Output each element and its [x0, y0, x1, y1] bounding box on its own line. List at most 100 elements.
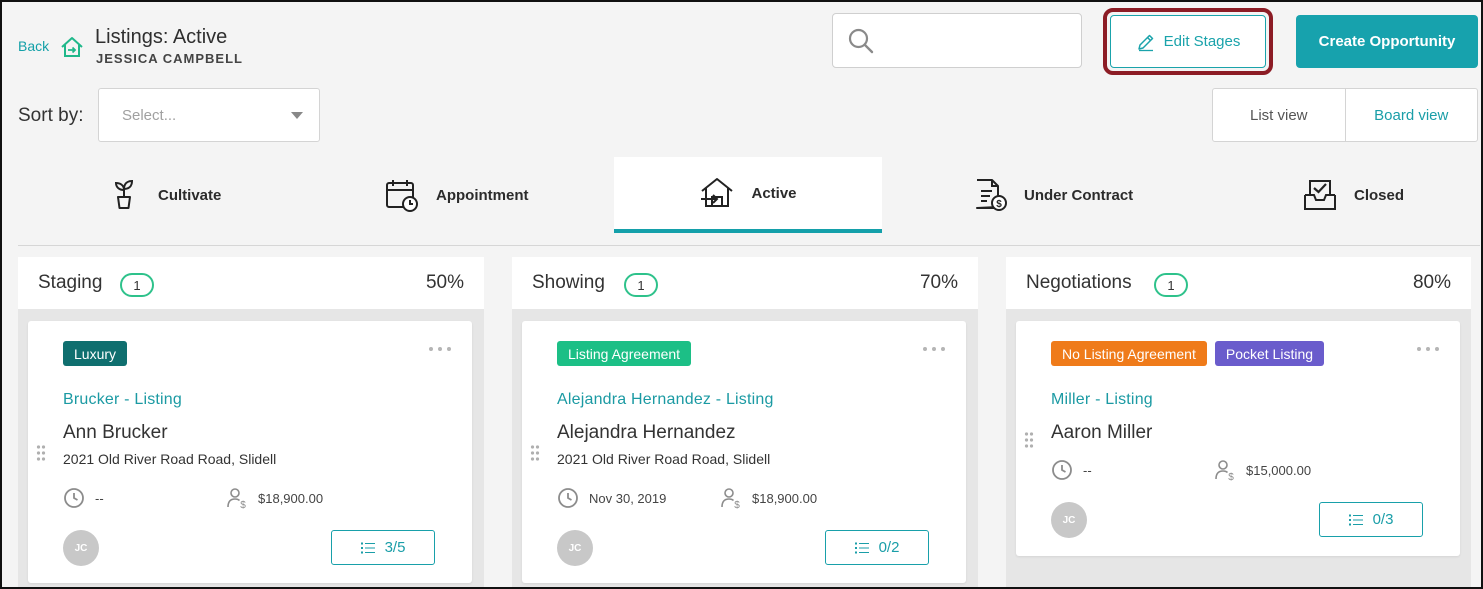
opportunity-card[interactable]: Listing Agreement Alejandra Hernandez - … [522, 321, 966, 583]
tab-label: Cultivate [158, 186, 222, 204]
deal-amount-value: $18,900.00 [258, 490, 324, 506]
close-date-value: -- [95, 490, 104, 506]
deal-amount-value: $15,000.00 [1246, 462, 1312, 478]
clock-icon [64, 488, 84, 508]
tasks-button[interactable]: 3/5 [331, 530, 435, 565]
avatar[interactable]: JC [63, 530, 99, 566]
avatar[interactable]: JC [1051, 502, 1087, 538]
drag-handle-icon[interactable] [530, 444, 540, 462]
column-percent: 50% [425, 272, 464, 293]
page-title: Listings: Active [95, 26, 228, 48]
stage-column-showing: Showing 1 70% Listing Agreement Alejandr… [512, 257, 978, 587]
document-dollar-icon: $ [976, 179, 1007, 211]
tag-listing-agreement: Listing Agreement [557, 341, 692, 366]
board-view-button[interactable]: Board view [1346, 89, 1478, 141]
stage-column-staging: Staging 1 50% Luxury Brucker - Listing A… [18, 257, 484, 587]
deal-amount: $ $18,900.00 [720, 487, 817, 509]
home-arrow-icon[interactable] [60, 36, 84, 58]
deal-amount: $ $18,900.00 [226, 487, 323, 509]
clock-icon [558, 488, 578, 508]
svg-text:$: $ [240, 500, 246, 509]
search-input[interactable] [883, 24, 1073, 58]
column-count-badge: 1 [1154, 273, 1188, 297]
opportunity-card[interactable]: Luxury Brucker - Listing Ann Brucker 202… [28, 321, 472, 583]
tab-label: Closed [1354, 186, 1405, 204]
edit-stages-label: Edit Stages [1163, 33, 1241, 50]
property-address: 2021 Old River Road Road, Slidell [63, 451, 277, 467]
tab-cultivate[interactable]: Cultivate [106, 157, 221, 233]
deal-amount-value: $18,900.00 [752, 490, 818, 506]
contact-name: Alejandra Hernandez [557, 422, 736, 443]
opportunity-card[interactable]: No Listing Agreement Pocket Listing Mill… [1016, 321, 1460, 556]
column-header: Showing 1 70% [512, 257, 978, 309]
close-date-value: Nov 30, 2019 [589, 490, 667, 506]
stage-tabs: Cultivate Appointment Active $ Under Con… [18, 157, 1480, 246]
person-dollar-icon: $ [1215, 460, 1234, 481]
view-toggle: List view Board view [1212, 88, 1478, 142]
checklist-icon [854, 542, 869, 553]
checklist-icon [360, 542, 375, 553]
tag-no-listing-agreement: No Listing Agreement [1051, 341, 1207, 366]
column-header: Negotiations 1 80% [1006, 257, 1471, 309]
tag-list: Luxury [63, 341, 128, 366]
edit-stages-button[interactable]: Edit Stages [1110, 15, 1266, 68]
sprout-icon [114, 179, 134, 209]
stage-column-negotiations: Negotiations 1 80% No Listing Agreement … [1006, 257, 1471, 587]
column-percent: 80% [1412, 272, 1451, 293]
close-date: -- [63, 487, 104, 509]
contact-name: Ann Brucker [63, 422, 168, 443]
calendar-clock-icon [386, 180, 418, 212]
property-address: 2021 Old River Road Road, Slidell [557, 451, 771, 467]
search-box[interactable] [832, 13, 1082, 68]
tab-closed[interactable]: Closed [1302, 157, 1404, 233]
search-icon [848, 28, 874, 54]
column-count-badge: 1 [120, 273, 154, 297]
more-options-icon[interactable] [428, 345, 452, 353]
close-date-value: -- [1083, 462, 1092, 478]
tasks-button[interactable]: 0/3 [1319, 502, 1423, 537]
column-name: Negotiations [1026, 272, 1132, 293]
opportunity-title-link[interactable]: Miller - Listing [1051, 391, 1153, 409]
column-name: Staging [38, 272, 103, 293]
inbox-check-icon [1304, 180, 1336, 210]
sort-select[interactable]: Select... [98, 88, 320, 142]
tag-list: Listing Agreement [557, 341, 692, 366]
column-percent: 70% [919, 272, 958, 293]
chevron-down-icon [291, 112, 303, 119]
person-dollar-icon: $ [721, 488, 740, 509]
back-link[interactable]: Back [18, 38, 49, 54]
contact-name: Aaron Miller [1051, 422, 1153, 443]
svg-text:$: $ [734, 500, 740, 509]
tab-appointment[interactable]: Appointment [384, 157, 528, 233]
tag-luxury: Luxury [63, 341, 128, 366]
opportunity-title-link[interactable]: Alejandra Hernandez - Listing [557, 391, 774, 409]
tab-label: Appointment [436, 186, 529, 204]
tab-active[interactable]: Active [614, 157, 882, 233]
tasks-count: 0/3 [1372, 511, 1394, 528]
sort-label: Sort by: [18, 105, 84, 126]
opportunity-title-link[interactable]: Brucker - Listing [63, 391, 182, 409]
more-options-icon[interactable] [1416, 345, 1440, 353]
tab-under-contract[interactable]: $ Under Contract [972, 157, 1133, 233]
create-opportunity-button[interactable]: Create Opportunity [1296, 15, 1478, 68]
checklist-icon [1348, 514, 1363, 525]
close-date: -- [1051, 459, 1092, 481]
tasks-count: 0/2 [878, 539, 900, 556]
drag-handle-icon[interactable] [36, 444, 46, 462]
tasks-count: 3/5 [384, 539, 406, 556]
agent-name: JESSICA CAMPBELL [96, 51, 243, 66]
column-name: Showing [532, 272, 605, 293]
drag-handle-icon[interactable] [1024, 431, 1034, 449]
tab-label: Active [751, 184, 797, 202]
more-options-icon[interactable] [922, 345, 946, 353]
tasks-button[interactable]: 0/2 [825, 530, 929, 565]
tag-list: No Listing Agreement Pocket Listing [1051, 341, 1325, 366]
close-date: Nov 30, 2019 [557, 487, 666, 509]
person-dollar-icon: $ [227, 488, 246, 509]
svg-text:$: $ [1228, 472, 1234, 481]
house-arrow-icon [701, 178, 734, 207]
list-view-button[interactable]: List view [1213, 89, 1346, 141]
column-header: Staging 1 50% [18, 257, 484, 309]
svg-text:$: $ [996, 199, 1002, 210]
avatar[interactable]: JC [557, 530, 593, 566]
